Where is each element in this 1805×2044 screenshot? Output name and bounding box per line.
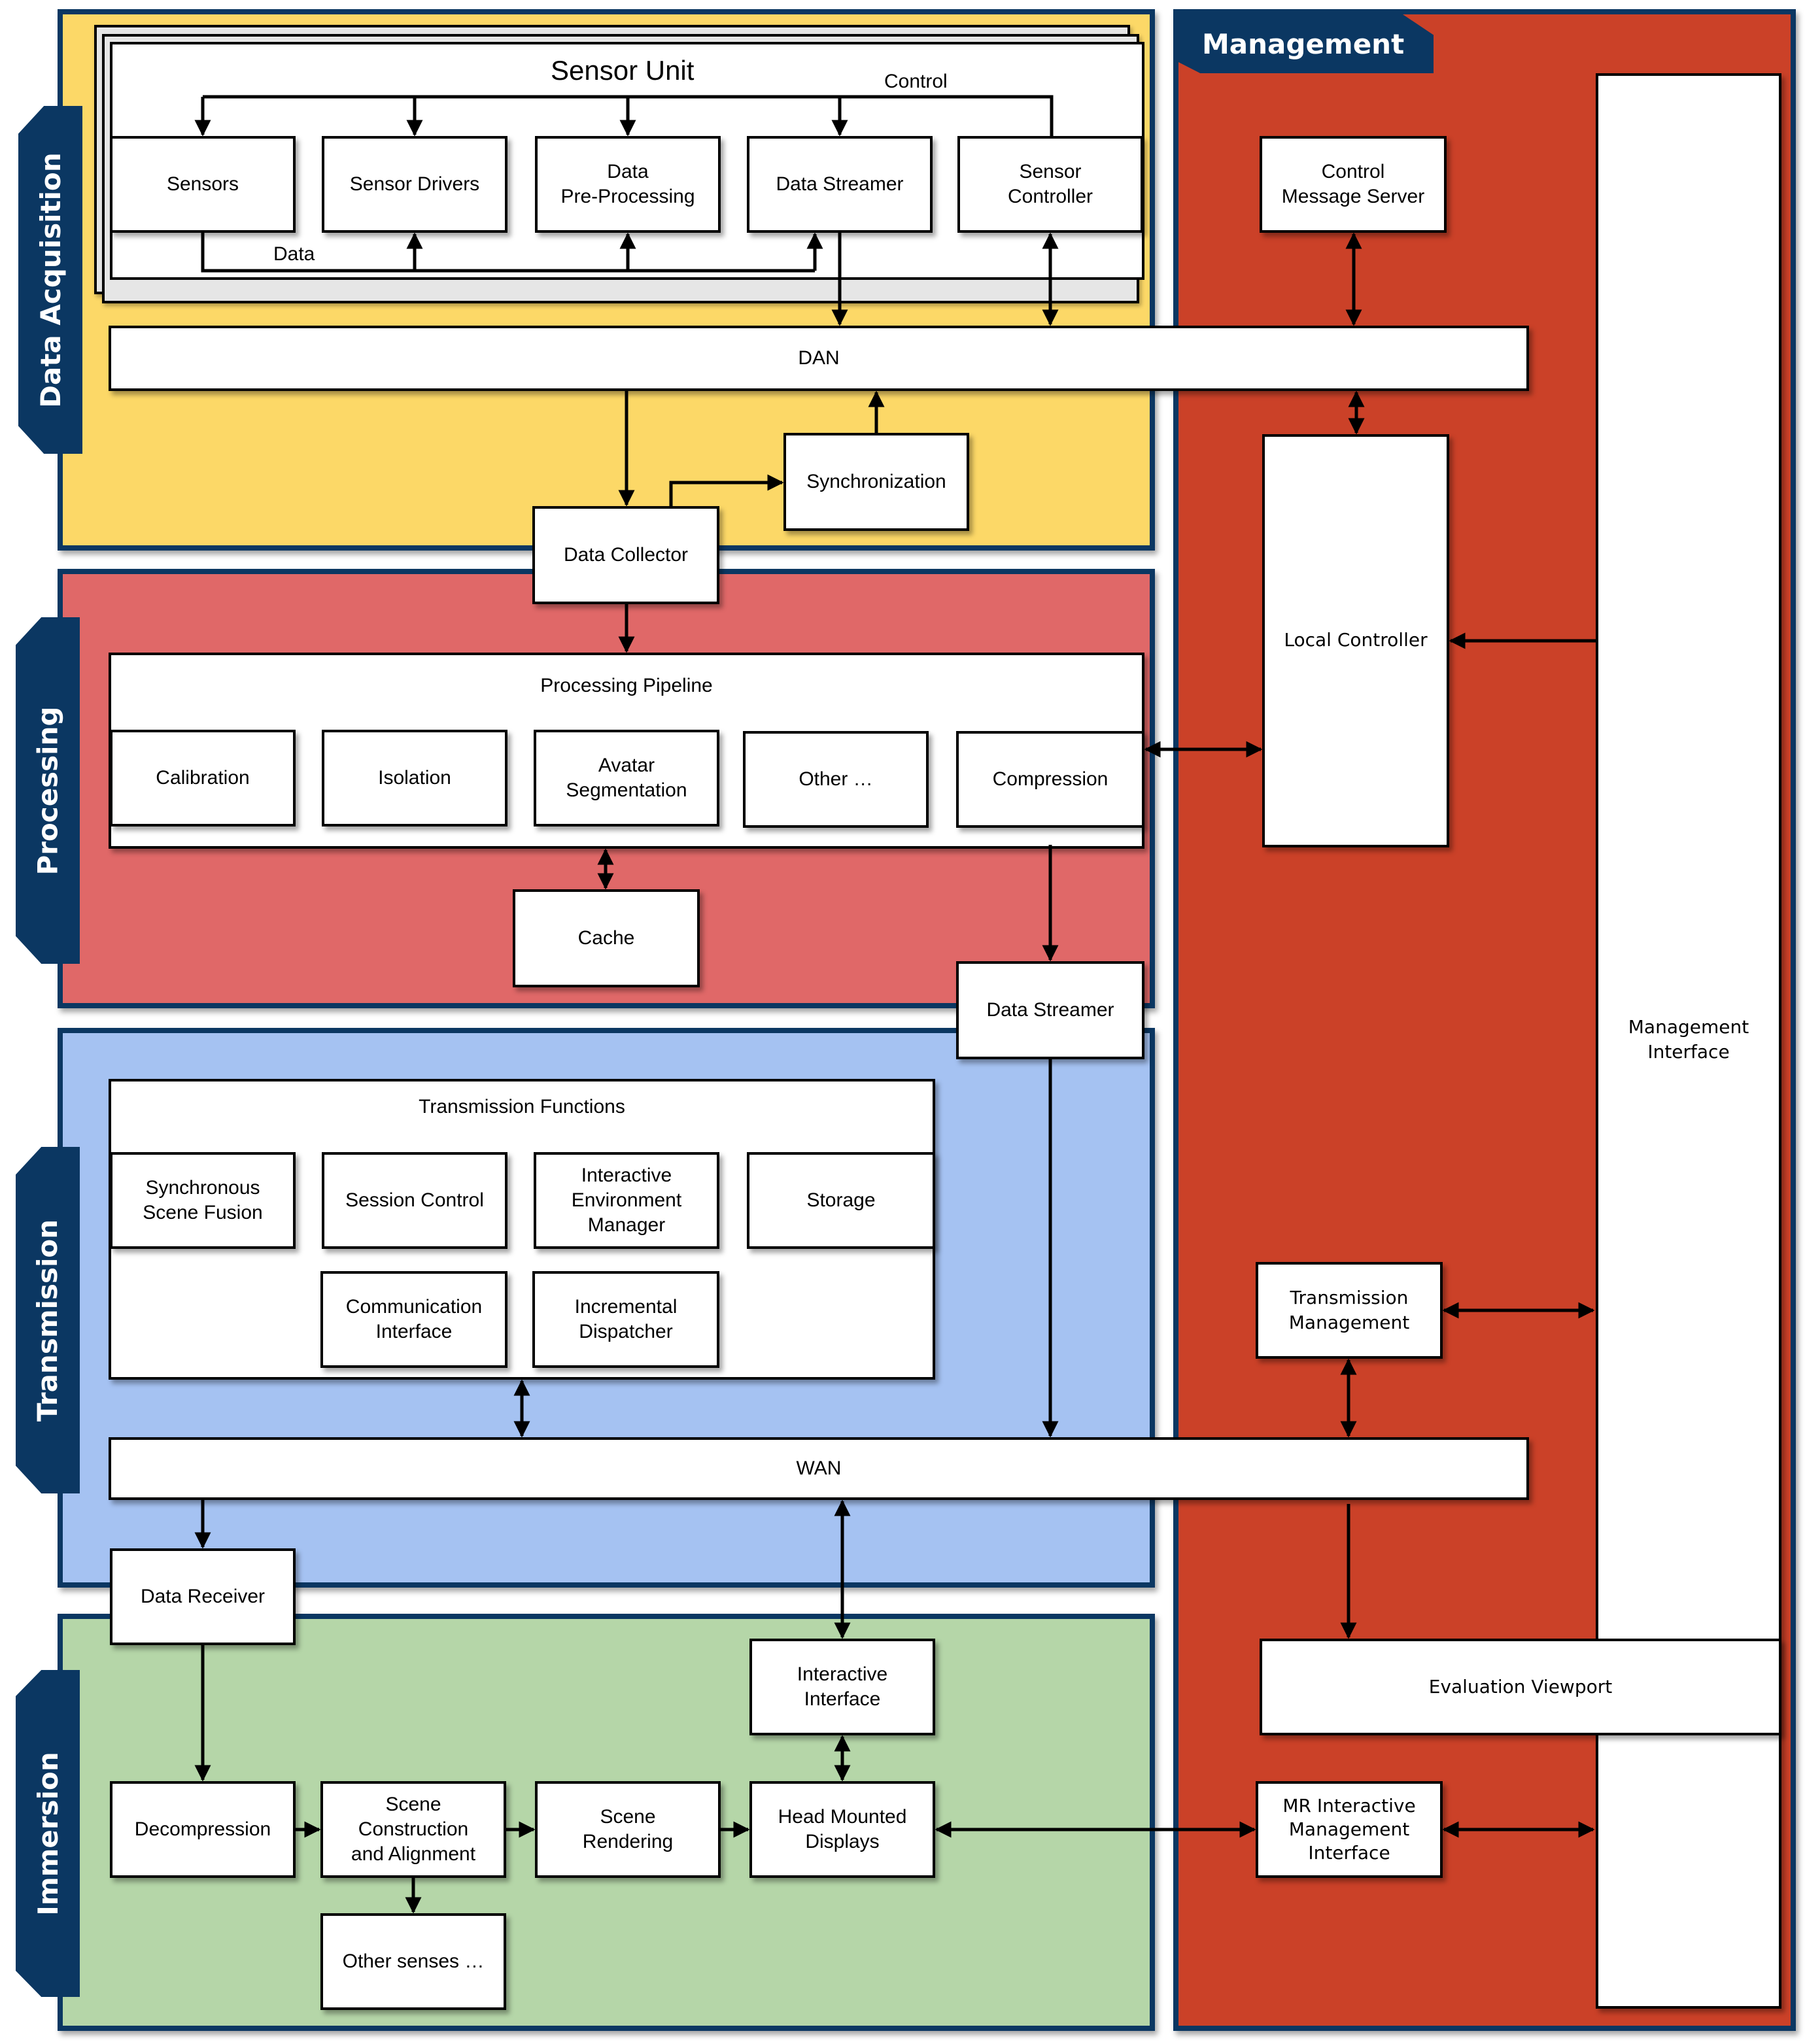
immersion-tab: Immersion xyxy=(16,1670,80,1997)
storage-box[interactable]: Storage xyxy=(747,1152,935,1249)
head-mounted-displays-box[interactable]: Head Mounted Displays xyxy=(749,1781,935,1878)
cache-box[interactable]: Cache xyxy=(513,889,700,987)
data-label: Data xyxy=(273,243,315,265)
transmission-functions-title: Transmission Functions xyxy=(419,1096,625,1117)
other-processing-box[interactable]: Other … xyxy=(743,731,929,828)
scene-construction-box[interactable]: Scene Construction and Alignment xyxy=(320,1781,506,1878)
decompression-box[interactable]: Decompression xyxy=(110,1781,296,1878)
synchronous-scene-fusion-box[interactable]: Synchronous Scene Fusion xyxy=(110,1152,296,1249)
avatar-segmentation-box[interactable]: Avatar Segmentation xyxy=(534,730,719,826)
sensors-box[interactable]: Sensors xyxy=(110,136,296,233)
data-streamer-acq-box[interactable]: Data Streamer xyxy=(747,136,933,233)
sensor-unit-title: Sensor Unit xyxy=(551,55,695,86)
calibration-box[interactable]: Calibration xyxy=(110,730,296,826)
evaluation-viewport-box[interactable]: Evaluation Viewport xyxy=(1260,1639,1781,1735)
data-collector-box[interactable]: Data Collector xyxy=(532,506,719,604)
wan-bar[interactable]: WAN xyxy=(109,1437,1529,1500)
incremental-dispatcher-box[interactable]: Incremental Dispatcher xyxy=(532,1271,719,1368)
other-senses-box[interactable]: Other senses … xyxy=(320,1913,506,2010)
dan-bar[interactable]: DAN xyxy=(109,326,1529,391)
data-acquisition-title: Data Acquisition xyxy=(34,152,67,408)
transmission-title: Transmission xyxy=(31,1219,64,1422)
communication-interface-box[interactable]: Communication Interface xyxy=(320,1271,507,1368)
control-label: Control xyxy=(884,71,948,92)
data-acquisition-tab: Data Acquisition xyxy=(18,106,82,454)
interactive-environment-manager-box[interactable]: Interactive Environment Manager xyxy=(534,1152,719,1249)
management-title: Management xyxy=(1202,27,1405,60)
immersion-title: Immersion xyxy=(31,1751,64,1916)
transmission-management-box[interactable]: Transmission Management xyxy=(1256,1262,1443,1359)
sensor-drivers-box[interactable]: Sensor Drivers xyxy=(322,136,507,233)
scene-rendering-box[interactable]: Scene Rendering xyxy=(535,1781,721,1878)
interactive-interface-box[interactable]: Interactive Interface xyxy=(749,1639,935,1735)
data-receiver-box[interactable]: Data Receiver xyxy=(110,1548,296,1645)
transmission-tab: Transmission xyxy=(16,1147,80,1493)
local-controller-box[interactable]: Local Controller xyxy=(1262,434,1449,847)
mr-interactive-management-box[interactable]: MR Interactive Management Interface xyxy=(1256,1781,1443,1878)
data-streamer-proc-box[interactable]: Data Streamer xyxy=(956,961,1144,1059)
synchronization-box[interactable]: Synchronization xyxy=(783,433,969,531)
processing-tab: Processing xyxy=(16,617,80,964)
management-tab: Management xyxy=(1177,14,1434,73)
processing-pipeline-title: Processing Pipeline xyxy=(540,675,713,696)
data-pre-processing-box[interactable]: Data Pre-Processing xyxy=(535,136,721,233)
isolation-box[interactable]: Isolation xyxy=(322,730,507,826)
processing-title: Processing xyxy=(31,706,64,876)
sensor-controller-box[interactable]: Sensor Controller xyxy=(957,136,1143,233)
control-message-server-box[interactable]: Control Message Server xyxy=(1260,136,1447,233)
compression-box[interactable]: Compression xyxy=(956,731,1144,828)
session-control-box[interactable]: Session Control xyxy=(322,1152,507,1249)
